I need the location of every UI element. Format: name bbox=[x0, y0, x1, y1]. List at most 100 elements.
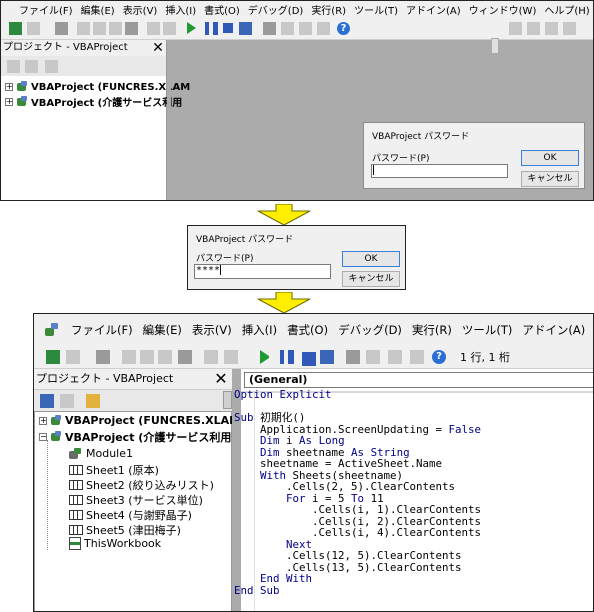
toolbox-icon[interactable] bbox=[317, 22, 330, 35]
ok-button[interactable]: OK bbox=[521, 150, 579, 166]
tree-node-label: VBAProject (FUNCRES.XLAM bbox=[65, 414, 241, 427]
help-icon[interactable]: ? bbox=[337, 22, 350, 35]
menu-insert[interactable]: 挿入(I) bbox=[161, 2, 200, 17]
workbook-icon bbox=[69, 537, 81, 550]
undo-icon[interactable] bbox=[204, 350, 218, 364]
object-browser-icon[interactable] bbox=[388, 350, 402, 364]
project-pane-close-icon[interactable]: ✕ bbox=[150, 40, 166, 56]
collapse-icon[interactable]: − bbox=[39, 433, 47, 441]
vba-project-icon bbox=[50, 414, 62, 427]
object-dropdown[interactable]: (General) bbox=[244, 372, 593, 388]
menu-file[interactable]: ファイル(F) bbox=[15, 2, 77, 17]
paste-icon[interactable] bbox=[158, 350, 172, 364]
menu-edit[interactable]: 編集(E) bbox=[138, 322, 187, 338]
insert-form-icon[interactable] bbox=[66, 350, 80, 364]
menu-debug[interactable]: デバッグ(D) bbox=[244, 2, 308, 17]
design-mode-icon[interactable] bbox=[320, 350, 334, 364]
break-icon[interactable] bbox=[205, 22, 218, 35]
menu-tools[interactable]: ツール(T) bbox=[350, 2, 402, 17]
tree-item-sheet5[interactable]: Sheet5 (津田梅子) bbox=[69, 522, 181, 538]
menu-insert[interactable]: 挿入(I) bbox=[237, 322, 282, 338]
view-code-icon[interactable] bbox=[7, 60, 20, 73]
properties-icon[interactable] bbox=[366, 350, 380, 364]
tree-item-thisworkbook[interactable]: ThisWorkbook bbox=[69, 537, 161, 550]
menu-addins[interactable]: アドイン(A) bbox=[402, 2, 465, 17]
menu-file[interactable]: ファイル(F) bbox=[66, 322, 138, 338]
reset-icon[interactable] bbox=[223, 23, 233, 33]
redo-icon[interactable] bbox=[224, 350, 238, 364]
expand-icon[interactable]: + bbox=[39, 416, 47, 425]
ok-button[interactable]: OK bbox=[342, 251, 400, 267]
tree-node-kaigo[interactable]: + VBAProject (介護サービス利用 bbox=[5, 94, 182, 109]
cursor-position: 1 行, 1 桁 bbox=[460, 351, 510, 364]
object-browser-icon[interactable] bbox=[299, 22, 312, 35]
cancel-button[interactable]: キャンセル bbox=[521, 171, 579, 187]
tree-item-module1[interactable]: Module1 bbox=[69, 447, 133, 460]
tree-node-kaigo[interactable]: − VBAProject (介護サービス利用 bbox=[39, 429, 231, 445]
excel-icon[interactable] bbox=[9, 22, 22, 35]
menu-format[interactable]: 書式(O) bbox=[200, 2, 244, 17]
find-icon[interactable] bbox=[178, 350, 192, 364]
cancel-button[interactable]: キャンセル bbox=[342, 271, 400, 287]
run-icon[interactable] bbox=[260, 350, 274, 364]
menu-window[interactable]: ウィ bbox=[590, 322, 593, 338]
password-input[interactable] bbox=[371, 164, 508, 178]
tree-item-sheet2[interactable]: Sheet2 (絞り込みリスト) bbox=[69, 477, 214, 493]
expand-icon[interactable]: + bbox=[5, 83, 13, 91]
save-icon[interactable] bbox=[96, 350, 110, 364]
toggle-folders-icon[interactable] bbox=[86, 394, 100, 408]
expand-icon[interactable]: + bbox=[5, 97, 13, 106]
menu-view[interactable]: 表示(V) bbox=[119, 2, 162, 17]
insert-form-icon[interactable] bbox=[27, 22, 40, 35]
tree-item-sheet4[interactable]: Sheet4 (与謝野晶子) bbox=[69, 507, 192, 523]
reset-icon[interactable] bbox=[302, 352, 316, 366]
menu-help[interactable]: ヘルプ(H) bbox=[540, 2, 593, 17]
menu-debug[interactable]: デバッグ(D) bbox=[333, 322, 407, 338]
tree-item-sheet3[interactable]: Sheet3 (サービス単位) bbox=[69, 492, 203, 508]
copy-icon[interactable] bbox=[93, 22, 106, 35]
design-mode-icon[interactable] bbox=[239, 22, 252, 35]
menu-view[interactable]: 表示(V) bbox=[187, 322, 237, 338]
code-editor-text[interactable]: Option Explicit Sub 初期化() Application.Sc… bbox=[234, 389, 481, 596]
view-object-icon[interactable] bbox=[60, 394, 74, 408]
tree-node-funcres[interactable]: + VBAProject (FUNCRES.XLAM bbox=[39, 414, 240, 427]
indent-icon[interactable] bbox=[509, 22, 522, 35]
view-object-icon[interactable] bbox=[25, 60, 38, 73]
menu-format[interactable]: 書式(O) bbox=[282, 322, 333, 338]
project-pane-close-icon[interactable]: ✕ bbox=[212, 369, 230, 389]
save-icon[interactable] bbox=[55, 22, 68, 35]
paste-icon[interactable] bbox=[109, 22, 122, 35]
cut-icon[interactable] bbox=[122, 350, 136, 364]
pane-splitter[interactable] bbox=[167, 40, 171, 200]
menu-edit[interactable]: 編集(E) bbox=[77, 2, 119, 17]
tree-node-funcres[interactable]: + VBAProject (FUNCRES.XLAM bbox=[5, 81, 190, 93]
menu-run[interactable]: 実行(R) bbox=[407, 322, 457, 338]
toolbox-icon[interactable] bbox=[410, 350, 424, 364]
font-size-icon[interactable] bbox=[563, 22, 576, 35]
menu-tools[interactable]: ツール(T) bbox=[457, 322, 518, 338]
tree-scroll-button[interactable] bbox=[223, 391, 232, 409]
properties-icon[interactable] bbox=[281, 22, 294, 35]
toggle-folders-icon[interactable] bbox=[45, 60, 58, 73]
copy-icon[interactable] bbox=[140, 350, 154, 364]
cut-icon[interactable] bbox=[77, 22, 90, 35]
undo-icon[interactable] bbox=[147, 22, 160, 35]
menu-window[interactable]: ウィンドウ(W) bbox=[465, 2, 541, 17]
project-explorer-icon[interactable] bbox=[346, 350, 360, 364]
excel-icon[interactable] bbox=[46, 350, 60, 364]
help-icon[interactable]: ? bbox=[432, 350, 446, 364]
tree-item-sheet1[interactable]: Sheet1 (原本) bbox=[69, 462, 159, 478]
menu-addins[interactable]: アドイン(A) bbox=[517, 322, 590, 338]
break-icon[interactable] bbox=[280, 350, 294, 364]
vbe-app-icon[interactable] bbox=[44, 322, 60, 338]
redo-icon[interactable] bbox=[163, 22, 176, 35]
view-code-icon[interactable] bbox=[40, 394, 54, 408]
menu-run[interactable]: 実行(R) bbox=[307, 2, 350, 17]
outdent-icon[interactable] bbox=[527, 22, 540, 35]
run-icon[interactable] bbox=[187, 22, 196, 34]
toolbar-options-button[interactable] bbox=[491, 38, 499, 54]
password-input[interactable]: **** bbox=[194, 264, 331, 279]
comment-icon[interactable] bbox=[545, 22, 558, 35]
find-icon[interactable] bbox=[125, 22, 138, 35]
project-explorer-icon[interactable] bbox=[263, 22, 276, 35]
